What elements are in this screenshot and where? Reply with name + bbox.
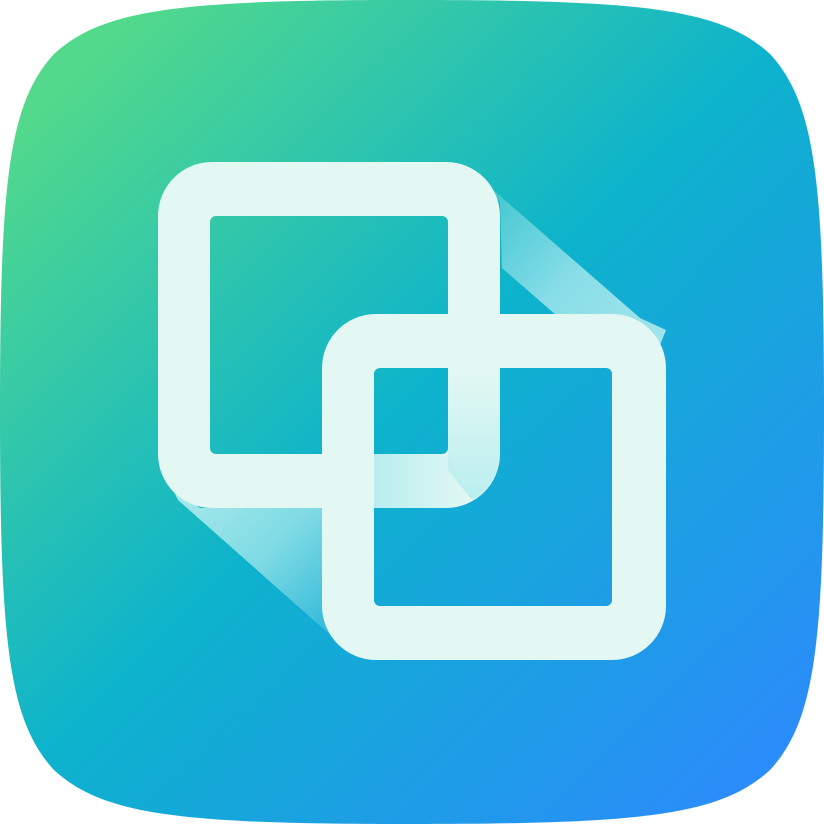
app-icon-graphic <box>0 0 824 824</box>
app-icon <box>0 0 824 824</box>
icon-background <box>0 0 824 824</box>
